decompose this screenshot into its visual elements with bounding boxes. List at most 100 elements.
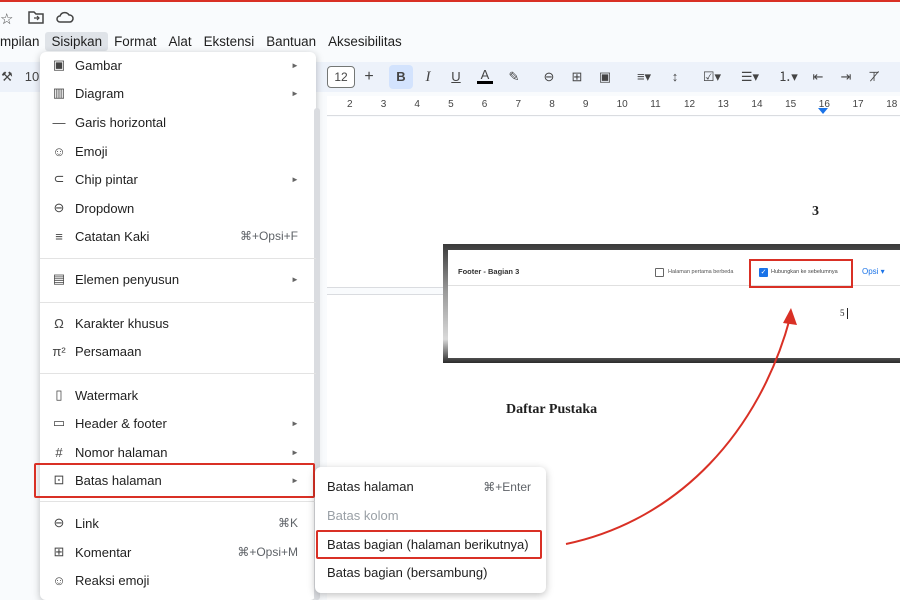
submenu-item-section-break-continuous[interactable]: Batas bagian (bersambung) [327,565,487,580]
menu-item-label: Garis horizontal [75,114,167,130]
menu-separator [40,373,316,374]
highlight-box [34,463,315,498]
document-heading[interactable]: Daftar Pustaka [506,402,597,418]
menubar: mpilan Sisipkan Format Alat Ekstensi Ban… [0,31,408,51]
menu-item-chip-pintar[interactable]: ⊂ Chip pintar ► [40,166,310,192]
top-border [0,0,900,2]
menu-item-label: Header & footer [75,415,167,431]
decrease-indent-icon[interactable]: ⇤ [810,68,826,86]
menu-alat[interactable]: Alat [163,32,198,51]
checklist-icon[interactable]: ☑▾ [697,68,727,86]
menu-format[interactable]: Format [108,32,162,51]
underline-button[interactable]: U [449,68,463,86]
ruler-tick-label: 9 [582,99,589,110]
menu-ekstensi[interactable]: Ekstensi [198,32,261,51]
submenu-arrow-icon: ► [291,60,299,70]
menu-item-gambar[interactable]: ▣ Gambar ► [40,52,310,78]
menu-item-label: Chip pintar [75,171,138,187]
menu-item-label: Dropdown [75,200,135,216]
different-first-page-checkbox[interactable] [655,268,664,277]
comment-icon: ⊞ [53,544,65,559]
chart-icon: ▥ [52,85,66,100]
menu-item-watermark[interactable]: ▯ Watermark [40,382,310,408]
line-spacing-icon[interactable]: ↕ [667,68,683,86]
submenu-item-page-break[interactable]: Batas halaman [327,479,414,494]
paint-format-icon[interactable]: ⚒ [0,68,14,86]
dropdown-icon: ⊖ [53,200,65,215]
ruler-tick-label: 3 [380,99,387,110]
hash-icon: # [55,444,63,460]
menu-item-catatan-kaki[interactable]: ≡ Catatan Kaki ⌘+Opsi+F [40,223,310,249]
menu-item-label: Karakter khusus [75,315,169,331]
menu-item-garis-horizontal[interactable]: — Garis horizontal [40,109,310,135]
footer-page-number: 5 [840,308,845,318]
submenu-item-column-break: Batas kolom [327,508,399,523]
menu-item-diagram[interactable]: ▥ Diagram ► [40,80,310,106]
menu-item-karakter-khusus[interactable]: Ω Karakter khusus [40,310,310,336]
increase-font-button[interactable]: + [362,68,376,86]
menu-item-header-footer[interactable]: ▭ Header & footer ► [40,410,310,436]
submenu-arrow-icon: ► [291,418,299,428]
menu-item-reaksi-emoji[interactable]: ☺ Reaksi emoji [40,567,310,593]
ruler-tick-label: 13 [717,99,729,110]
menu-separator [40,258,316,259]
menu-item-label: Catatan Kaki [75,228,150,244]
increase-indent-icon[interactable]: ⇥ [838,68,854,86]
submenu-arrow-icon: ► [291,88,299,98]
align-icon[interactable]: ≡▾ [630,68,658,86]
indent-marker[interactable] [818,108,828,114]
menu-item-label: Watermark [75,387,139,403]
menu-item-persamaan[interactable]: π² Persamaan [40,338,310,364]
watermark-icon: ▯ [55,387,63,402]
cloud-icon[interactable] [56,10,74,28]
highlight-icon[interactable]: ✎ [507,68,521,86]
menu-item-dropdown[interactable]: ⊖ Dropdown [40,195,310,221]
bullet-list-icon[interactable]: ☰▾ [735,68,765,86]
ruler-tick-label: 6 [481,99,488,110]
menu-shortcut: ⌘K [277,516,298,530]
menu-item-label: Diagram [75,85,125,101]
submenu-shortcut: ⌘+Enter [483,480,531,494]
emoji-icon: ☺ [52,143,66,159]
pi-icon: π² [52,343,66,359]
menu-item-label: Persamaan [75,343,142,359]
link-icon[interactable]: ⊖ [541,68,557,86]
menu-item-label: Reaksi emoji [75,572,150,588]
highlight-box [316,530,542,559]
menu-item-komentar[interactable]: ⊞ Komentar ⌘+Opsi+M [40,539,310,565]
menu-item-label: Gambar [75,57,122,73]
menu-item-link[interactable]: ⊖ Link ⌘K [40,510,310,536]
text-cursor [847,308,848,319]
ruler-tick-label: 17 [852,99,864,110]
text-color-button[interactable]: A [477,68,493,84]
menu-bantuan[interactable]: Bantuan [260,32,322,51]
menu-item-nomor-halaman[interactable]: # Nomor halaman ► [40,439,310,465]
numbered-list-icon[interactable]: ⒈▾ [773,68,803,86]
ruler-tick-label: 5 [448,99,454,110]
ruler-tick-label: 12 [684,99,696,110]
image-icon: ▣ [52,57,66,72]
bold-button[interactable]: B [389,65,413,89]
different-first-page-label: Halaman pertama berbeda [668,269,734,275]
menu-item-elemen-penyusun[interactable]: ▤ Elemen penyusun ► [40,266,310,292]
footer-section-label: Footer - Bagian 3 [458,267,520,276]
clear-format-icon[interactable]: ⊤̸ [866,68,882,86]
options-button[interactable]: Opsi ▾ [862,267,885,276]
menu-item-emoji[interactable]: ☺ Emoji [40,138,310,164]
smart-chip-icon: ⊂ [53,171,65,186]
star-icon[interactable]: ☆ [0,10,13,28]
folder-move-icon[interactable] [28,10,44,28]
menu-separator [40,302,316,303]
font-size-input[interactable]: 12 [327,66,355,88]
ruler-tick-label: 18 [886,99,898,110]
italic-button[interactable]: I [421,68,435,86]
menu-aksesibilitas[interactable]: Aksesibilitas [322,32,408,51]
header-footer-icon: ▭ [52,415,66,430]
submenu-arrow-icon: ► [291,274,299,284]
insert-image-icon[interactable]: ▣ [597,68,613,86]
menu-sisipkan[interactable]: Sisipkan [45,31,109,51]
page-number: 3 [812,204,819,219]
add-comment-icon[interactable]: ⊞ [569,68,585,86]
menu-tampilan[interactable]: mpilan [0,32,45,51]
zoom-select[interactable]: 10 [24,68,40,86]
